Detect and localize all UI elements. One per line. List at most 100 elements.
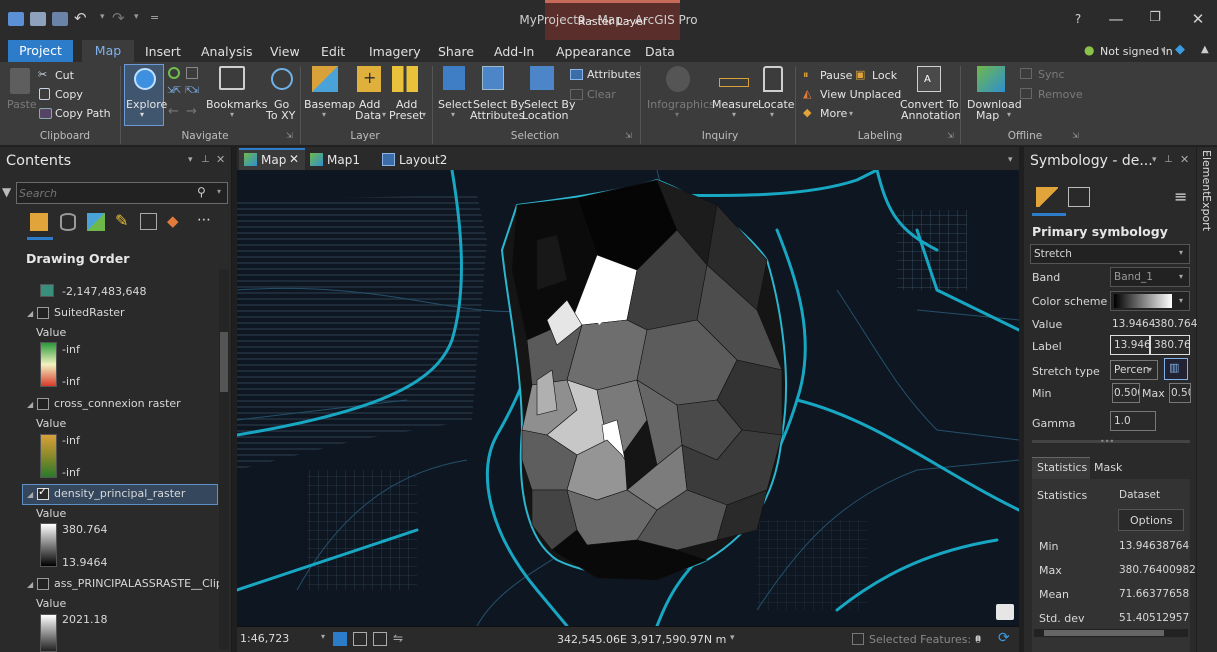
expand-cross-connexion-icon[interactable]: ◢ (27, 400, 33, 409)
expand-density-icon[interactable]: ◢ (27, 490, 33, 499)
map-view[interactable] (237, 170, 1019, 626)
convert-to-annotation-label-2[interactable]: Annotation (901, 109, 961, 122)
close-pane-icon[interactable]: ✕ (216, 153, 225, 166)
tab-appearance[interactable]: Appearance (556, 44, 631, 59)
statistics-dataset[interactable]: Dataset (1119, 489, 1160, 501)
customize-toolbar-icon[interactable]: = (150, 11, 159, 24)
cross-connexion-layer[interactable]: cross_connexion raster (54, 397, 181, 410)
download-map-dropdown-icon[interactable]: ▾ (1007, 110, 1011, 119)
bookmarks-dropdown-icon[interactable]: ▾ (230, 110, 234, 119)
stats-scrollbar-thumb[interactable] (1044, 630, 1164, 636)
table-tool-icon[interactable] (373, 632, 387, 646)
more-views-icon[interactable]: ⋯ (197, 212, 211, 228)
lock-button[interactable]: Lock (872, 69, 897, 82)
sign-in-dropdown-icon[interactable]: ▾ (1161, 46, 1166, 56)
full-extent-icon[interactable] (168, 67, 180, 79)
cut-button[interactable]: Cut (55, 69, 74, 82)
map-view-tab-label[interactable]: Map (261, 153, 286, 167)
measure-dropdown-icon[interactable]: ▾ (732, 110, 736, 119)
band-dropdown-icon[interactable]: ▾ (1179, 272, 1183, 281)
refresh-icon[interactable]: ⟳ (998, 630, 1010, 646)
locate-dropdown-icon[interactable]: ▾ (770, 110, 774, 119)
redo-dropdown-icon[interactable]: ▾ (134, 12, 139, 22)
notifications-icon[interactable]: ◆ (1175, 42, 1185, 57)
splitter-grip-icon[interactable]: ••• (1100, 437, 1114, 446)
zoom-out-icon[interactable]: ⇱⇲ (185, 86, 199, 96)
remove-button[interactable]: Remove (1038, 88, 1083, 101)
options-button-label[interactable]: Options (1130, 514, 1172, 527)
close-map-tab-icon[interactable]: ✕ (289, 152, 299, 166)
statistics-tab-label[interactable]: Statistics (1037, 461, 1087, 474)
filter-icon[interactable]: ▼ (2, 185, 11, 199)
collapse-ribbon-icon[interactable]: ▲ (1201, 44, 1209, 55)
basemap-button[interactable]: Basemap (304, 98, 355, 111)
open-project-icon[interactable] (30, 12, 46, 26)
contents-scrollbar-thumb[interactable] (220, 332, 228, 392)
cross-connexion-checkbox[interactable] (37, 398, 49, 410)
gamma-input[interactable]: 1.0 (1110, 411, 1156, 431)
color-scheme-dropdown-icon[interactable]: ▾ (1179, 296, 1183, 305)
new-project-icon[interactable] (8, 12, 24, 26)
offline-launcher-icon[interactable]: ⇲ (1072, 131, 1079, 140)
selection-launcher-icon[interactable]: ⇲ (625, 131, 632, 140)
navigate-launcher-icon[interactable]: ⇲ (286, 131, 293, 140)
mask-tab-label[interactable]: Mask (1094, 461, 1122, 474)
attributes-button[interactable]: Attributes (587, 68, 641, 81)
locate-button[interactable]: Locate (758, 98, 795, 111)
map-tabs-dropdown-icon[interactable]: ▾ (1008, 155, 1013, 165)
labeling-launcher-icon[interactable]: ⇲ (947, 131, 954, 140)
map-scale[interactable]: 1:46,723 (240, 630, 316, 648)
pause-button[interactable]: Pause (820, 69, 852, 82)
list-by-snapping-icon[interactable] (140, 213, 157, 230)
sync-button[interactable]: Sync (1038, 68, 1065, 81)
paste-label[interactable]: Paste (7, 98, 37, 111)
help-button[interactable]: ? (1064, 12, 1092, 26)
list-by-selection-icon[interactable] (87, 213, 105, 231)
expand-ass-principal-icon[interactable]: ◢ (27, 580, 33, 589)
add-preset-dropdown-icon[interactable]: ▾ (422, 110, 426, 119)
min-percent-input[interactable]: 0.500 (1112, 383, 1140, 403)
map-navigator-icon[interactable] (996, 604, 1014, 620)
minimize-button[interactable]: — (1102, 10, 1130, 28)
suitedraster-layer[interactable]: SuitedRaster (54, 306, 125, 319)
list-by-drawing-order-icon[interactable] (30, 213, 48, 231)
restore-button[interactable]: ❐ (1141, 10, 1169, 25)
list-by-data-source-icon[interactable] (60, 213, 76, 231)
search-input[interactable] (19, 184, 179, 202)
band-select[interactable]: Band_1 (1110, 267, 1190, 287)
add-data-dropdown-icon[interactable]: ▾ (382, 110, 386, 119)
paste-icon[interactable] (10, 68, 30, 94)
fixed-zoom-icon[interactable] (186, 67, 198, 79)
scale-dropdown-icon[interactable]: ▾ (321, 632, 325, 641)
coordinates-dropdown-icon[interactable]: ▾ (730, 633, 735, 643)
expand-suitedraster-icon[interactable]: ◢ (27, 309, 33, 318)
pin-icon[interactable]: ⊥ (201, 154, 210, 165)
previous-extent-icon[interactable]: ← (168, 104, 179, 119)
go-to-xy-label-2[interactable]: To XY (266, 109, 295, 122)
pause-drawing-icon[interactable]: ⏸ (975, 631, 981, 646)
label-max-input[interactable]: 380.764 (1150, 335, 1190, 355)
sym-pane-menu-icon[interactable]: ▾ (1152, 155, 1157, 165)
max-percent-input[interactable]: 0.50 (1169, 383, 1191, 403)
zoom-in-icon[interactable]: ⇲⇱ (167, 86, 181, 96)
list-by-labeling-icon[interactable]: ◆ (167, 212, 179, 230)
menu-icon[interactable]: ≡ (1174, 187, 1187, 206)
ass-principal-checkbox[interactable] (37, 578, 49, 590)
add-preset-label-2[interactable]: Preset (389, 109, 423, 122)
tab-analysis[interactable]: Analysis (201, 44, 253, 59)
ass-principal-layer[interactable]: ass_PRINCIPALASSRASTE__Clip (54, 577, 223, 590)
search-dropdown-icon[interactable]: ▾ (217, 187, 221, 196)
tab-data[interactable]: Data (645, 44, 675, 59)
tab-insert[interactable]: Insert (145, 44, 181, 59)
stretch-type-dropdown-icon[interactable]: ▾ (1148, 365, 1152, 374)
copy-button[interactable]: Copy (55, 88, 83, 101)
suitedraster-checkbox[interactable] (37, 307, 49, 319)
undo-icon[interactable]: ↶ (74, 9, 87, 27)
sym-close-icon[interactable]: ✕ (1180, 153, 1189, 166)
renderer-dropdown-icon[interactable]: ▾ (1179, 248, 1183, 257)
tab-view[interactable]: View (270, 44, 300, 59)
infographics-button[interactable]: Infographics (647, 98, 715, 111)
grid-tool-icon[interactable] (353, 632, 367, 646)
side-tab-export[interactable]: Export (1200, 195, 1213, 231)
more-button[interactable]: More (820, 107, 847, 120)
